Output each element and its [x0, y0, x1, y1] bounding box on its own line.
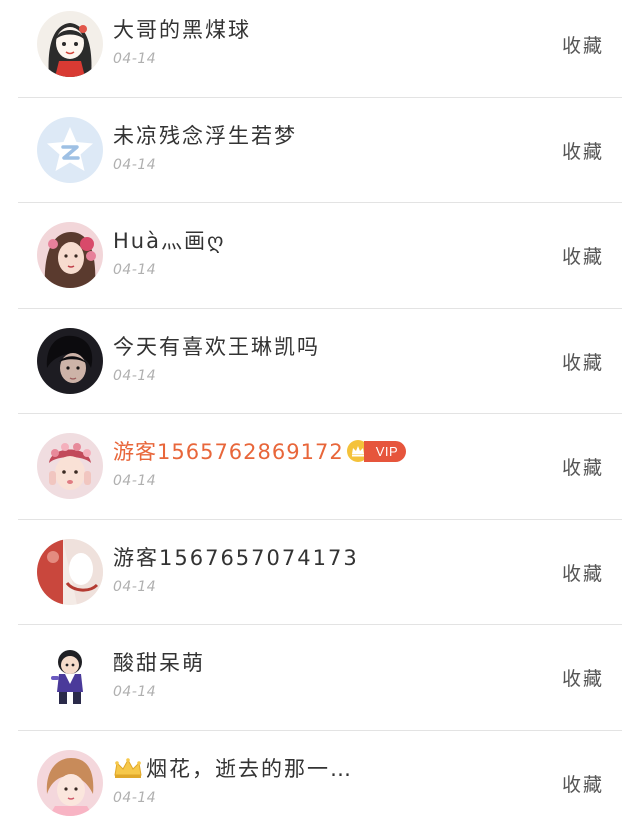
- user-name[interactable]: Huà灬画ღ: [113, 225, 225, 255]
- vip-badge: VIP: [364, 441, 406, 462]
- avatar[interactable]: [37, 539, 103, 605]
- list-item[interactable]: 游客1567657074173 04-14 收藏: [0, 520, 640, 626]
- date-label: 04-14: [113, 473, 156, 489]
- user-name-text: 烟花，逝去的那一…: [146, 753, 353, 783]
- user-name[interactable]: 酸甜呆萌: [113, 647, 205, 677]
- date-label: 04-14: [113, 51, 156, 67]
- list-item[interactable]: 未凉残念浮生若梦 04-14 收藏: [0, 98, 640, 204]
- date-label: 04-14: [113, 368, 156, 384]
- user-name[interactable]: 今天有喜欢王琳凯吗: [113, 331, 320, 361]
- list-item[interactable]: Huà灬画ღ 04-14 收藏: [0, 203, 640, 309]
- avatar[interactable]: [37, 222, 103, 288]
- favorite-button[interactable]: 收藏: [562, 453, 604, 480]
- user-name[interactable]: 烟花，逝去的那一…: [113, 753, 353, 783]
- user-name[interactable]: 大哥的黑煤球: [113, 14, 251, 44]
- favorite-button[interactable]: 收藏: [562, 559, 604, 586]
- avatar[interactable]: [37, 750, 103, 816]
- favorite-button[interactable]: 收藏: [562, 664, 604, 691]
- avatar[interactable]: [37, 328, 103, 394]
- avatar[interactable]: [37, 433, 103, 499]
- user-name[interactable]: 未凉残念浮生若梦: [113, 120, 297, 150]
- list-item[interactable]: 烟花，逝去的那一… 04-14 收藏: [0, 731, 640, 836]
- user-name-text: 游客1565762869172: [113, 436, 344, 466]
- favorite-button[interactable]: 收藏: [562, 137, 604, 164]
- avatar[interactable]: [37, 11, 103, 77]
- avatar[interactable]: [37, 644, 103, 710]
- date-label: 04-14: [113, 579, 156, 595]
- date-label: 04-14: [113, 157, 156, 173]
- list-item[interactable]: 今天有喜欢王琳凯吗 04-14 收藏: [0, 309, 640, 415]
- date-label: 04-14: [113, 684, 156, 700]
- list-item[interactable]: 酸甜呆萌 04-14 收藏: [0, 625, 640, 731]
- favorites-list: 大哥的黑煤球 04-14 收藏 未凉残念浮生若梦 04-14 收藏: [0, 0, 640, 836]
- list-item[interactable]: 大哥的黑煤球 04-14 收藏: [0, 0, 640, 98]
- date-label: 04-14: [113, 262, 156, 278]
- favorite-button[interactable]: 收藏: [562, 242, 604, 269]
- favorite-button[interactable]: 收藏: [562, 348, 604, 375]
- avatar[interactable]: [37, 117, 103, 183]
- crown-icon: [113, 757, 143, 779]
- favorite-button[interactable]: 收藏: [562, 31, 604, 58]
- list-item[interactable]: 游客1565762869172 VIP 04-14 收藏: [0, 414, 640, 520]
- user-name[interactable]: 游客1565762869172 VIP: [113, 436, 406, 466]
- favorite-button[interactable]: 收藏: [562, 770, 604, 797]
- date-label: 04-14: [113, 790, 156, 806]
- user-name[interactable]: 游客1567657074173: [113, 542, 359, 572]
